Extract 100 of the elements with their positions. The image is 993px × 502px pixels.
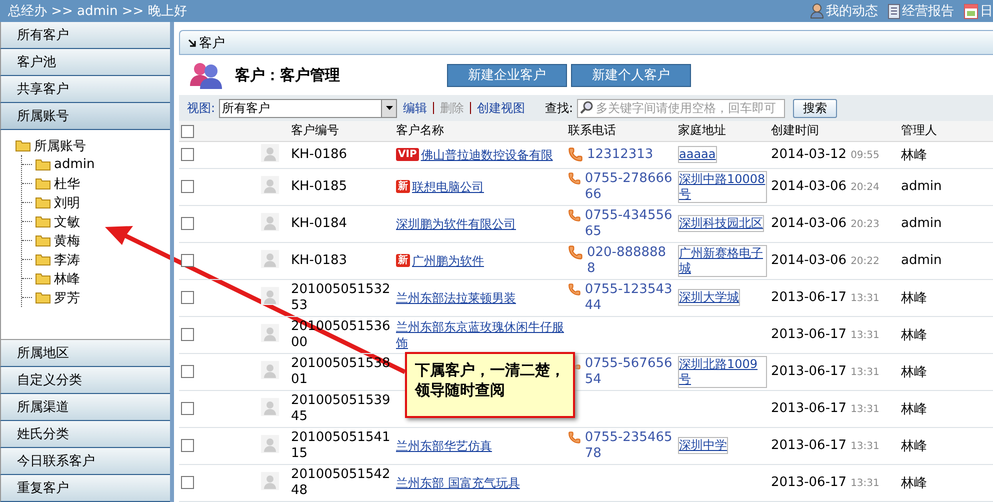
customer-name-link[interactable]: 兰州东部东京蓝玫瑰休闲牛仔服饰 <box>396 318 564 350</box>
sidebar-item[interactable]: 所属渠道 <box>0 394 170 421</box>
phone-number: 12312313 <box>587 146 654 162</box>
row-checkbox[interactable] <box>181 402 194 415</box>
created-time: 2014-03-06 20:23 <box>771 216 880 231</box>
row-checkbox[interactable] <box>181 216 194 230</box>
address-link[interactable]: 广州新赛格电子城 <box>678 244 767 276</box>
created-time: 2013-06-17 13:31 <box>771 438 880 453</box>
breadcrumb: 总经办 >> admin >> 晚上好 <box>8 3 187 20</box>
customer-name-link[interactable]: 广州鹏为软件 <box>412 252 484 268</box>
customer-name-link[interactable]: 深圳鹏为软件有限公司 <box>396 216 516 232</box>
tree-node[interactable]: 文敏 <box>54 212 80 230</box>
dropdown-arrow-icon <box>386 106 393 110</box>
row-checkbox[interactable] <box>181 438 194 452</box>
column-header: 客户编号 <box>289 121 394 141</box>
avatar-placeholder-icon <box>261 212 279 230</box>
tree-node[interactable]: 李涛 <box>54 250 80 268</box>
address-link[interactable]: 深圳中学 <box>678 437 728 454</box>
column-header: 客户名称 <box>394 121 566 141</box>
customer-badge: 新 <box>396 254 410 267</box>
new-customer-button[interactable]: 新建个人客户 <box>571 64 691 86</box>
tree-node[interactable]: 林峰 <box>54 270 80 288</box>
manager-name: 林峰 <box>901 438 927 454</box>
manager-name: 林峰 <box>901 148 927 162</box>
sidebar-item[interactable]: 重复客户 <box>0 475 170 502</box>
created-time: 2014-03-06 20:22 <box>771 253 880 268</box>
callout-note: 下属客户，一清二楚，领导随时查阅 <box>405 352 575 418</box>
address-link[interactable]: 深圳科技园北区 <box>678 215 764 232</box>
row-checkbox[interactable] <box>181 254 194 267</box>
avatar-placeholder-icon <box>261 324 279 342</box>
avatar-placeholder-icon <box>261 360 279 378</box>
avatar-placeholder-icon <box>261 144 279 162</box>
avatar-placeholder-icon <box>261 434 279 452</box>
avatar-placeholder-icon <box>261 176 279 194</box>
customer-id: 20100505154115 <box>291 430 392 462</box>
view-select[interactable]: 所有客户 <box>219 98 398 118</box>
row-checkbox[interactable] <box>181 180 194 193</box>
customer-badge: 新 <box>396 180 410 193</box>
toolbar-link[interactable]: 编辑 <box>401 100 430 116</box>
sidebar-item[interactable]: 共享客户 <box>0 76 170 103</box>
row-checkbox[interactable] <box>181 476 194 489</box>
search-field[interactable]: 多关键字间请使用空格，回车即可 <box>577 98 786 118</box>
address-link[interactable]: 深圳中路10008号 <box>678 170 767 202</box>
customer-id: KH-0183 <box>291 252 348 268</box>
folder-icon <box>35 215 51 228</box>
avatar-placeholder-icon <box>261 250 279 268</box>
tree-node[interactable]: 刘明 <box>54 194 80 212</box>
phone-number: 0755-23546578 <box>584 430 674 462</box>
customer-id: KH-0185 <box>291 178 348 194</box>
folder-icon <box>35 158 51 171</box>
sidebar-item[interactable]: 所属账号 <box>0 103 170 130</box>
users-icon <box>189 60 223 90</box>
phone-icon <box>568 282 581 296</box>
sidebar-item[interactable]: 自定义分类 <box>0 367 170 394</box>
sidebar-item[interactable]: 客户池 <box>0 49 170 76</box>
created-time: 2013-06-17 13:31 <box>771 364 880 379</box>
person-icon <box>810 3 824 19</box>
folder-icon <box>35 177 51 190</box>
row-checkbox[interactable] <box>181 148 194 161</box>
customer-name-link[interactable]: 佛山普拉迪数控设备有限 <box>420 146 553 162</box>
phone-icon <box>568 146 583 162</box>
address-link[interactable]: 深圳大学城 <box>678 289 740 306</box>
tree-node[interactable]: 所属账号 <box>34 136 86 154</box>
sidebar-item[interactable]: 所属地区 <box>0 340 170 367</box>
tree-node[interactable]: 杜华 <box>54 174 80 192</box>
toolbar-link[interactable]: 创建视图 <box>475 100 528 116</box>
row-checkbox[interactable] <box>181 328 194 341</box>
tree-node[interactable]: 黄梅 <box>54 232 80 250</box>
tree-node[interactable]: 罗芳 <box>54 288 80 306</box>
new-customer-button[interactable]: 新建企业客户 <box>447 64 567 86</box>
manager-name: 林峰 <box>901 402 927 416</box>
select-all-checkbox[interactable] <box>181 124 194 138</box>
page-heading: 客户：客户管理 <box>235 66 341 84</box>
manager-name: admin <box>901 253 942 268</box>
tree-node[interactable]: admin <box>54 157 95 172</box>
phone-number: 0755-56765654 <box>584 356 674 388</box>
sidebar-item[interactable]: 所有客户 <box>0 22 170 49</box>
folder-icon <box>35 196 51 209</box>
corner-arrow-icon <box>188 38 196 46</box>
column-header: 家庭地址 <box>676 121 769 141</box>
address-link[interactable]: 深圳北路1009号 <box>678 356 767 388</box>
customer-name-link[interactable]: 兰州东部 国富充气玩具 <box>396 474 520 490</box>
folder-icon <box>35 253 51 266</box>
folder-icon <box>35 291 51 304</box>
customer-name-link[interactable]: 兰州东部法拉莱顿男装 <box>396 290 516 306</box>
sidebar-item[interactable]: 姓氏分类 <box>0 421 170 448</box>
customer-name-link[interactable]: 兰州东部华艺仿真 <box>396 438 492 454</box>
created-time: 2013-06-17 13:31 <box>771 401 880 416</box>
row-checkbox[interactable] <box>181 364 194 378</box>
folder-icon <box>15 139 31 152</box>
calendar-icon <box>964 4 978 18</box>
folder-icon <box>35 272 51 285</box>
search-button[interactable]: 搜索 <box>793 98 838 118</box>
customer-id: 20100505154248 <box>291 466 392 498</box>
row-checkbox[interactable] <box>181 290 194 304</box>
address-link[interactable]: aaaaa <box>678 146 717 163</box>
customer-name-link[interactable]: 联想电脑公司 <box>412 178 484 194</box>
created-time: 2014-03-06 20:24 <box>771 179 880 194</box>
phone-number: 0755-43455665 <box>584 208 674 240</box>
sidebar-item[interactable]: 今日联系客户 <box>0 448 170 475</box>
